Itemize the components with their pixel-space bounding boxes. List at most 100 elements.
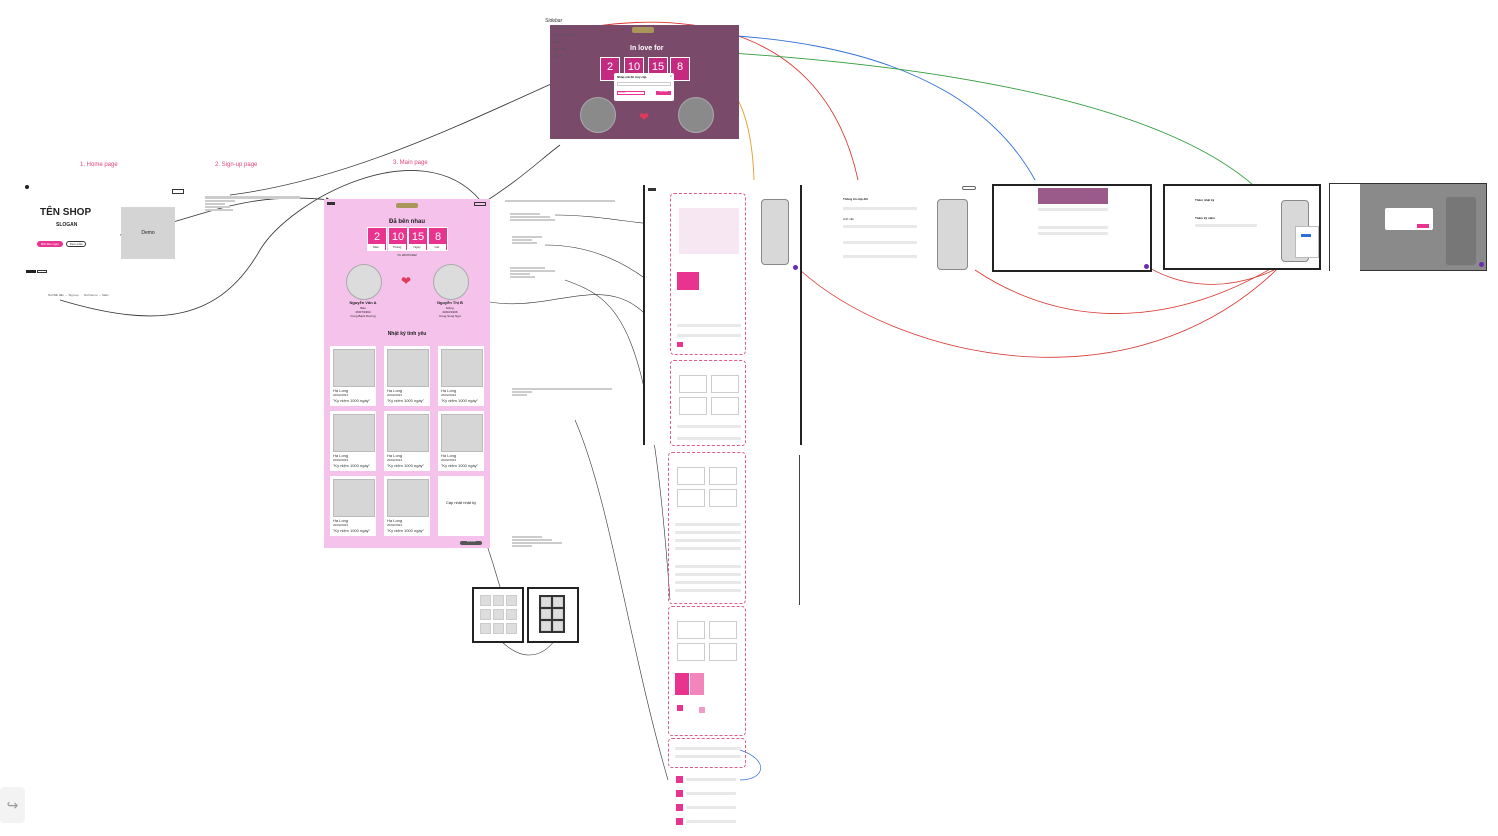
dark-preview-phone <box>1445 196 1477 266</box>
color-chip[interactable] <box>677 342 683 347</box>
top-popup-screen: In love for 2 10 15 8 Nhập mã để truy cậ… <box>550 25 739 139</box>
diary-title: Nhật ký tình yêu <box>387 331 427 337</box>
main-page-screen: Đã bên nhau 2 Năm 10 Tháng 15 Ngày 8 Giờ… <box>324 199 490 548</box>
start-button[interactable]: Bắt đầu ngay <box>37 241 63 247</box>
couple-info-title: Thông tin cặp đôi <box>843 197 868 201</box>
signup-mini-button[interactable] <box>172 189 184 194</box>
diary-card[interactable]: Hạ Long 20/02/2023 "Kỷ niệm 1000 ngày" <box>438 346 484 406</box>
countdown-years-label: Năm <box>367 244 385 250</box>
create-new-link[interactable]: Tạo mới <box>617 91 645 95</box>
home-logo-dot <box>25 185 29 189</box>
add-memory-title: Thêm kỷ niệm <box>1195 216 1216 220</box>
add-diary-title: Thêm nhật ký <box>1195 198 1215 202</box>
diary-caption: "Kỷ niệm 1000 ngày" <box>333 463 371 468</box>
diary-photo <box>441 414 483 452</box>
couple-info-section: Ảnh nền <box>843 217 855 221</box>
settings-logo <box>648 188 656 191</box>
pattern-swatches[interactable] <box>679 208 739 254</box>
main-title: Đã bên nhau <box>388 219 425 225</box>
step-main-label: 3. Main page <box>393 160 428 166</box>
menu-icon[interactable] <box>327 202 335 205</box>
confirm-button[interactable]: Xác nhận <box>656 91 671 95</box>
diary-caption: "Kỷ niệm 1000 ngày" <box>441 398 479 403</box>
popup-avatar-right <box>678 97 714 133</box>
slogan: SLOGAN <box>56 222 78 228</box>
main-notes-6 <box>512 536 572 547</box>
countdown-hours-label: Giờ <box>428 244 446 250</box>
sidebar-menu: Trang chủ Thông tin cặp đôi Nhật ký Giao… <box>550 26 578 62</box>
sidebar-item-0[interactable]: Trang chủ <box>554 26 567 30</box>
sidebar-item-4[interactable]: Cài đặt <box>554 54 564 58</box>
diary-entry-screen <box>992 184 1152 272</box>
diary-entry-fab[interactable] <box>1144 264 1149 269</box>
person-a-name: Nguyễn Văn A <box>349 300 377 305</box>
diary-caption: "Kỷ niệm 1000 ngày" <box>387 398 425 403</box>
home-note-right: Nút Demo → Main <box>84 293 109 297</box>
photo-detail-screen <box>527 587 579 643</box>
diary-date: 20/02/2023 <box>333 523 349 527</box>
heart-icon: ❤ <box>639 110 650 124</box>
add-diary-popup-button[interactable] <box>1301 234 1311 237</box>
shop-name: TÊN SHOP <box>40 207 92 218</box>
access-dialog: Nhập mã để truy cập × Tạo mới Xác nhận <box>614 73 674 101</box>
dark-dialog-confirm[interactable] <box>1417 224 1429 228</box>
main-notes-1 <box>505 200 615 202</box>
diary-caption: "Kỷ niệm 1000 ngày" <box>387 528 425 533</box>
diary-caption: "Kỷ niệm 1000 ngày" <box>333 398 371 403</box>
diary-photo <box>387 479 429 517</box>
settings-fab[interactable] <box>793 265 798 270</box>
main-notes-5 <box>512 388 612 396</box>
sidebar-item-2[interactable]: Nhật ký <box>554 40 564 44</box>
add-diary-card[interactable]: Cập nhật nhật ký <box>438 476 484 536</box>
countdown-months-label: Tháng <box>388 244 406 250</box>
demo-placeholder[interactable]: Demo <box>121 207 175 259</box>
popup-avatar-left <box>580 97 616 133</box>
diary-card[interactable]: Hạ Long 20/02/2023 "Kỷ niệm 1000 ngày" <box>384 476 430 536</box>
person-a-line3: Cung Bạch Dương <box>350 314 376 318</box>
diary-caption: "Kỷ niệm 1000 ngày" <box>441 463 479 468</box>
settings-section-info <box>668 452 746 604</box>
color-swatch[interactable] <box>677 272 699 290</box>
preview-toggle[interactable] <box>962 186 976 190</box>
dark-dialog <box>1385 208 1433 230</box>
settings-section-theme <box>668 606 746 736</box>
avatar-left[interactable] <box>346 264 382 300</box>
diary-caption: "Kỷ niệm 1000 ngày" <box>333 528 371 533</box>
sidebar-item-1[interactable]: Thông tin cặp đôi <box>554 33 577 37</box>
settings-dark-screen <box>1329 183 1487 272</box>
diary-card[interactable]: Hạ Long 20/02/2023 "Kỷ niệm 1000 ngày" <box>384 346 430 406</box>
main-login-button[interactable] <box>474 202 486 206</box>
sidebar-item-3[interactable]: Giao diện <box>554 47 567 51</box>
diary-date: 20/02/2023 <box>441 393 457 397</box>
diary-photo <box>387 414 429 452</box>
diary-card[interactable]: Hạ Long 20/02/2023 "Kỷ niệm 1000 ngày" <box>438 411 484 471</box>
settings-section-background <box>670 193 746 355</box>
add-diary-label: Cập nhật nhật ký <box>445 500 477 505</box>
dark-fab[interactable] <box>1479 262 1484 267</box>
couple-preview-phone <box>937 199 968 270</box>
view-more-button[interactable]: Xem thêm <box>460 541 482 545</box>
diary-photo <box>441 349 483 387</box>
redo-icon[interactable]: ↪ <box>0 787 25 823</box>
diary-card[interactable]: Hạ Long 20/02/2023 "Kỷ niệm 1000 ngày" <box>330 476 376 536</box>
signup-notes <box>205 196 305 211</box>
diary-photo <box>333 349 375 387</box>
home-mini-button <box>26 270 36 273</box>
diary-card[interactable]: Hạ Long 20/02/2023 "Kỷ niệm 1000 ngày" <box>330 411 376 471</box>
couple-info-screen: Thông tin cặp đôi Ảnh nền <box>808 185 926 273</box>
diary-card[interactable]: Hạ Long 20/02/2023 "Kỷ niệm 1000 ngày" <box>330 346 376 406</box>
view-sample-button[interactable]: Xem mẫu <box>66 241 86 247</box>
access-dialog-title: Nhập mã để truy cập <box>617 75 647 79</box>
main-notes-3 <box>512 236 572 244</box>
step-signup-label: 2. Sign-up page <box>215 162 258 168</box>
since-date: Từ 20/07/2022 <box>397 253 417 257</box>
avatar-right[interactable] <box>433 264 469 300</box>
diary-caption: "Kỷ niệm 1000 ngày" <box>387 463 425 468</box>
close-icon[interactable]: × <box>670 74 672 78</box>
diary-date: 20/02/2023 <box>441 458 457 462</box>
diary-card[interactable]: Hạ Long 20/02/2023 "Kỷ niệm 1000 ngày" <box>384 411 430 471</box>
diary-date: 20/02/2023 <box>387 523 403 527</box>
diary-date: 20/02/2023 <box>387 393 403 397</box>
diary-photo <box>333 414 375 452</box>
access-code-input[interactable] <box>617 82 671 86</box>
